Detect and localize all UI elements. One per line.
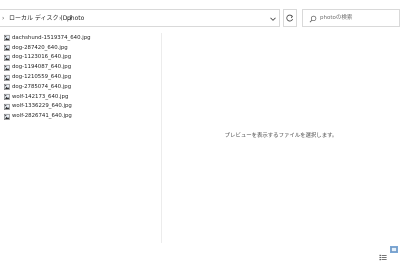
details-view-button[interactable]	[379, 246, 387, 261]
file-name: wolf-2826741_640.jpg	[12, 113, 72, 120]
file-name: dog-2785074_640.jpg	[12, 83, 72, 90]
file-item[interactable]: dog-1194087_640.jpg	[4, 62, 154, 72]
file-item[interactable]: dog-2785074_640.jpg	[4, 82, 154, 92]
jpg-file-icon	[4, 74, 10, 81]
file-name: dog-1123016_640.jpg	[12, 54, 72, 61]
file-item[interactable]: wolf-142173_640.jpg	[4, 92, 154, 102]
file-item[interactable]: dog-287420_640.jpg	[4, 43, 154, 53]
breadcrumb-separator[interactable]: ›	[2, 10, 4, 28]
file-item[interactable]: dachshund-1519374_640.jpg	[4, 33, 154, 43]
breadcrumb-separator[interactable]: ›	[59, 10, 61, 28]
search-input[interactable]	[320, 11, 396, 25]
refresh-button[interactable]	[283, 9, 297, 27]
file-name: dog-287420_640.jpg	[12, 44, 68, 51]
jpg-file-icon	[4, 64, 10, 71]
search-icon	[309, 15, 317, 23]
file-name: dog-1194087_640.jpg	[12, 64, 72, 71]
details-view-icon	[379, 254, 387, 261]
jpg-file-icon	[4, 94, 10, 101]
file-list: dachshund-1519374_640.jpg dog-287420_640…	[4, 33, 154, 121]
file-item[interactable]: dog-1210559_640.jpg	[4, 72, 154, 82]
file-name: dog-1210559_640.jpg	[12, 74, 72, 81]
large-icons-view-icon	[391, 247, 397, 252]
jpg-file-icon	[4, 84, 10, 91]
address-bar[interactable]: › ローカル ディスク (D:) › photo	[0, 9, 280, 27]
breadcrumb-photo[interactable]: photo	[67, 10, 84, 28]
file-name: dachshund-1519374_640.jpg	[12, 34, 91, 41]
preview-message: プレビューを表示するファイルを選択します。	[224, 133, 338, 139]
file-item[interactable]: dog-1123016_640.jpg	[4, 53, 154, 63]
search-box[interactable]	[302, 9, 400, 27]
refresh-icon	[286, 14, 293, 22]
jpg-file-icon	[4, 103, 10, 110]
address-bar-row: › ローカル ディスク (D:) › photo	[0, 9, 400, 29]
breadcrumb-local-disk[interactable]: ローカル ディスク (D:)	[9, 10, 72, 28]
chevron-down-icon[interactable]	[269, 15, 277, 23]
jpg-file-icon	[4, 35, 10, 42]
jpg-file-icon	[4, 45, 10, 52]
file-name: wolf-1336229_640.jpg	[12, 103, 72, 110]
large-icons-view-button[interactable]	[390, 246, 398, 253]
jpg-file-icon	[4, 113, 10, 120]
file-item[interactable]: wolf-2826741_640.jpg	[4, 111, 154, 121]
file-item[interactable]: wolf-1336229_640.jpg	[4, 102, 154, 112]
file-name: wolf-142173_640.jpg	[12, 93, 69, 100]
jpg-file-icon	[4, 54, 10, 61]
